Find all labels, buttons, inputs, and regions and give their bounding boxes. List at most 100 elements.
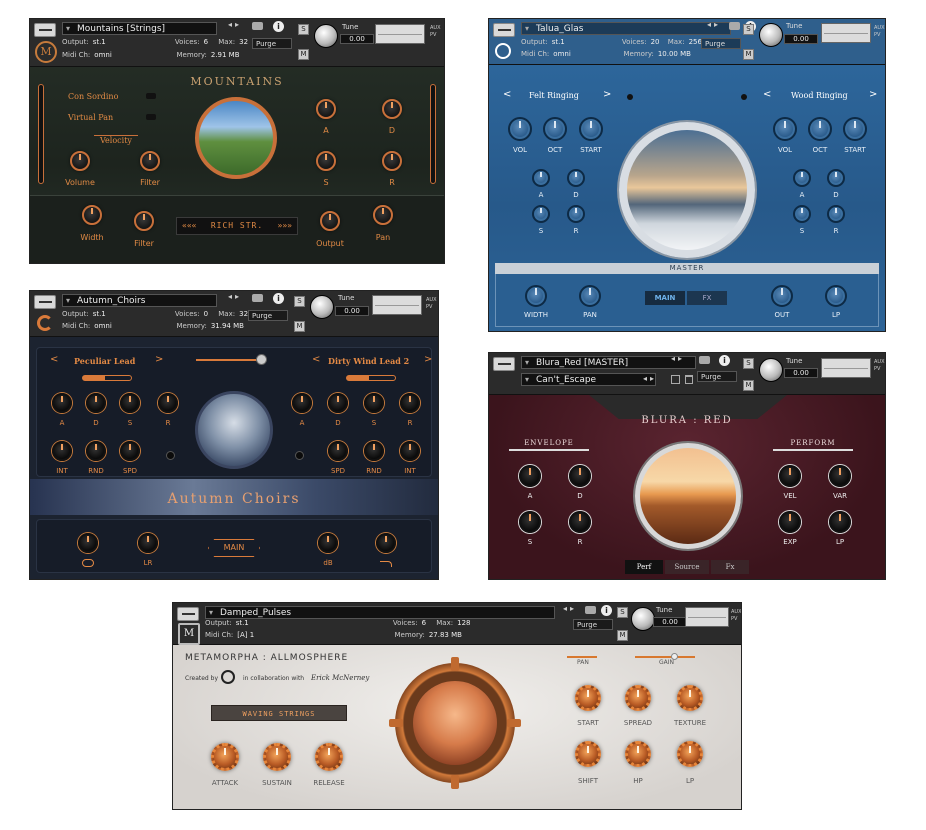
midi-value[interactable]: omni [553, 50, 621, 58]
left-oct-knob[interactable] [543, 117, 567, 141]
solo-button[interactable]: S [298, 24, 309, 35]
output-value[interactable]: st.1 [93, 38, 173, 46]
width-knob[interactable] [525, 285, 547, 307]
info-icon[interactable]: i [273, 293, 284, 304]
purge-dropdown[interactable]: Purge [573, 619, 613, 630]
output-value[interactable]: st.1 [236, 619, 391, 627]
tune-knob[interactable] [759, 23, 783, 47]
wrench-icon[interactable] [34, 23, 56, 37]
crossfade-handle[interactable] [256, 354, 267, 365]
right-slider[interactable] [430, 84, 436, 184]
max-value[interactable]: 256 [689, 38, 702, 46]
camera-icon[interactable] [252, 22, 263, 30]
env-r-knob[interactable] [569, 511, 591, 533]
left-spd-knob[interactable] [120, 441, 140, 461]
filter-knob[interactable] [376, 533, 396, 553]
purge-dropdown[interactable]: Purge [697, 371, 737, 382]
camera-icon[interactable] [699, 356, 710, 364]
texture-knob[interactable] [677, 685, 703, 711]
right-vol-knob[interactable] [773, 117, 797, 141]
right-a-knob[interactable] [292, 393, 312, 413]
pan-knob[interactable] [579, 285, 601, 307]
right-next-button[interactable]: > [424, 354, 432, 365]
left-rnd-knob[interactable] [86, 441, 106, 461]
tab-main[interactable]: MAIN [645, 291, 685, 305]
release-knob[interactable] [315, 743, 343, 771]
tune-value[interactable]: 0.00 [653, 617, 687, 627]
right-toggle-button[interactable] [295, 451, 304, 460]
solo-button[interactable]: S [617, 607, 628, 618]
instrument-name-field[interactable]: Autumn_Choirs [62, 294, 217, 307]
solo-button[interactable]: S [294, 296, 305, 307]
left-slider[interactable] [38, 84, 44, 184]
right-int-knob[interactable] [400, 441, 420, 461]
tune-value[interactable]: 0.00 [335, 306, 369, 316]
snapshot-field[interactable]: Can't_Escape [521, 373, 656, 386]
wrench-icon[interactable] [493, 357, 515, 371]
left-next-button[interactable]: > [155, 354, 163, 365]
filter2-knob[interactable] [134, 211, 154, 231]
hp-knob[interactable] [625, 741, 651, 767]
mute-button[interactable]: M [617, 630, 628, 641]
filter-knob[interactable] [140, 151, 160, 171]
output-value[interactable]: st.1 [552, 38, 620, 46]
midi-value[interactable]: omni [94, 51, 174, 59]
sustain-knob[interactable] [263, 743, 291, 771]
left-d-knob[interactable] [567, 169, 585, 187]
lp-knob[interactable] [677, 741, 703, 767]
width-knob[interactable] [82, 205, 102, 225]
instrument-arrows-icon[interactable]: ◂▸ [563, 604, 577, 613]
purge-dropdown[interactable]: Purge [701, 38, 741, 49]
snapshot-arrows-icon[interactable]: ◂▸ [643, 374, 657, 383]
lp-knob[interactable] [825, 285, 847, 307]
left-r-knob[interactable] [158, 393, 178, 413]
tune-value[interactable]: 0.00 [784, 368, 818, 378]
mute-button[interactable]: M [298, 49, 309, 60]
tune-knob[interactable] [310, 295, 334, 319]
instrument-arrows-icon[interactable]: ◂▸ [228, 20, 242, 29]
left-a-knob[interactable] [52, 393, 72, 413]
env-s-knob[interactable] [519, 511, 541, 533]
max-value[interactable]: 128 [457, 619, 470, 627]
mute-button[interactable]: M [294, 321, 305, 332]
wrench-icon[interactable] [493, 23, 515, 37]
right-prev-button[interactable]: < [312, 354, 320, 365]
tune-knob[interactable] [631, 607, 655, 631]
info-icon[interactable]: i [273, 21, 284, 32]
decay-knob[interactable] [382, 99, 402, 119]
env-a-knob[interactable] [519, 465, 541, 487]
left-d-knob[interactable] [86, 393, 106, 413]
aux-icon[interactable]: AUX PV [426, 297, 438, 311]
left-toggle-button[interactable] [166, 451, 175, 460]
instrument-arrows-icon[interactable]: ◂▸ [671, 354, 685, 363]
max-value[interactable]: 32 [239, 38, 248, 46]
start-knob[interactable] [575, 685, 601, 711]
tune-knob[interactable] [759, 358, 783, 382]
tune-value[interactable]: 0.00 [340, 34, 374, 44]
tab-fx[interactable]: Fx [711, 560, 749, 574]
left-prev-button[interactable]: < [503, 89, 511, 100]
right-r-knob[interactable] [827, 205, 845, 223]
right-s-knob[interactable] [793, 205, 811, 223]
left-s-knob[interactable] [120, 393, 140, 413]
instrument-arrows-icon[interactable]: ◂▸ [707, 20, 721, 29]
left-a-knob[interactable] [532, 169, 550, 187]
shift-knob[interactable] [575, 741, 601, 767]
volume-knob[interactable] [70, 151, 90, 171]
main-button[interactable]: MAIN [208, 539, 260, 557]
tab-perf[interactable]: Perf [625, 560, 663, 574]
out-knob[interactable] [771, 285, 793, 307]
left-r-knob[interactable] [567, 205, 585, 223]
release-knob[interactable] [382, 151, 402, 171]
purge-dropdown[interactable]: Purge [248, 310, 288, 321]
lp-knob[interactable] [829, 511, 851, 533]
toggle-con-sordino[interactable] [146, 93, 156, 99]
info-icon[interactable]: i [601, 605, 612, 616]
gain-handle[interactable] [671, 653, 678, 660]
tab-source[interactable]: Source [665, 560, 709, 574]
camera-icon[interactable] [729, 22, 740, 30]
instrument-name-field[interactable]: Blura_Red [MASTER] [521, 356, 696, 369]
pan-knob[interactable] [373, 205, 393, 225]
right-d-knob[interactable] [827, 169, 845, 187]
toggle-virtual-pan[interactable] [146, 114, 156, 120]
